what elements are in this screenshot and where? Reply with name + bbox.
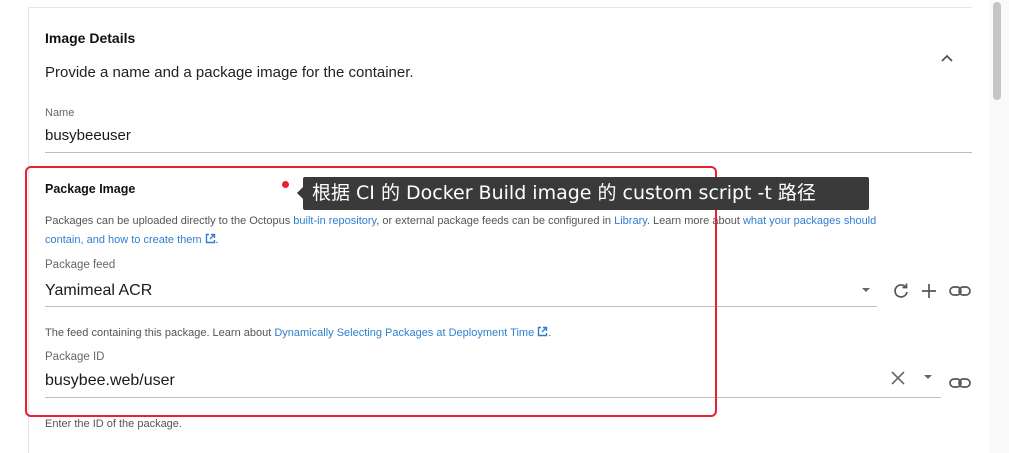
annotation-tooltip: 根据 CI 的 Docker Build image 的 custom scri… — [303, 177, 869, 210]
package-image-title: Package Image — [45, 182, 136, 196]
package-feed-helper: The feed containing this package. Learn … — [45, 324, 551, 344]
name-label: Name — [45, 107, 75, 119]
section-left-border — [28, 7, 29, 453]
package-feed-dropdown[interactable] — [858, 282, 874, 298]
section-title: Image Details — [45, 30, 136, 46]
feed-helper-text: The feed containing this package. Learn … — [45, 327, 275, 339]
dynamic-packages-link[interactable]: Dynamically Selecting Packages at Deploy… — [274, 327, 534, 339]
external-link-icon — [537, 325, 548, 344]
intro-text-1: Packages can be uploaded directly to the… — [45, 215, 294, 227]
annotation-marker-dot — [282, 181, 289, 188]
name-underline — [45, 152, 972, 153]
library-link[interactable]: Library — [614, 215, 647, 227]
section-description: Provide a name and a package image for t… — [45, 64, 414, 81]
chevron-up-icon — [941, 54, 953, 62]
caret-down-icon — [924, 375, 932, 379]
caret-down-icon — [862, 288, 870, 292]
scrollbar-thumb[interactable] — [993, 2, 1001, 100]
what-packages-link[interactable]: what your packages should — [743, 215, 876, 227]
external-link-icon — [205, 232, 216, 251]
package-id-label: Package ID — [45, 351, 105, 363]
package-id-link-button[interactable] — [948, 372, 972, 394]
refresh-button[interactable] — [890, 280, 912, 302]
feed-link-button[interactable] — [948, 280, 972, 302]
intro-text-2: , or external package feeds can be confi… — [376, 215, 615, 227]
intro-text-3: . Learn more about — [646, 215, 743, 227]
package-feed-select[interactable]: Yamimeal ACR — [45, 282, 152, 300]
how-to-create-link[interactable]: contain, and how to create them — [45, 234, 202, 246]
package-feed-label: Package feed — [45, 259, 116, 271]
package-id-underline — [45, 397, 941, 398]
clear-package-id-button[interactable] — [887, 367, 909, 389]
package-id-dropdown[interactable] — [920, 369, 936, 385]
package-id-helper: Enter the ID of the package. — [45, 418, 182, 430]
package-feed-underline — [45, 306, 877, 307]
link-icon — [949, 286, 971, 296]
add-feed-button[interactable] — [918, 280, 940, 302]
close-icon — [891, 371, 905, 385]
package-intro-line1: Packages can be uploaded directly to the… — [45, 212, 876, 231]
collapse-button[interactable] — [935, 46, 959, 70]
name-input[interactable]: busybeeuser — [45, 127, 131, 144]
plus-icon — [922, 284, 936, 298]
link-icon — [949, 378, 971, 388]
section-top-divider — [28, 7, 972, 8]
built-in-repository-link[interactable]: built-in repository — [293, 215, 376, 227]
refresh-icon — [894, 283, 908, 298]
package-id-input[interactable]: busybee.web/user — [45, 372, 175, 390]
package-intro-line2: contain, and how to create them. — [45, 231, 219, 251]
